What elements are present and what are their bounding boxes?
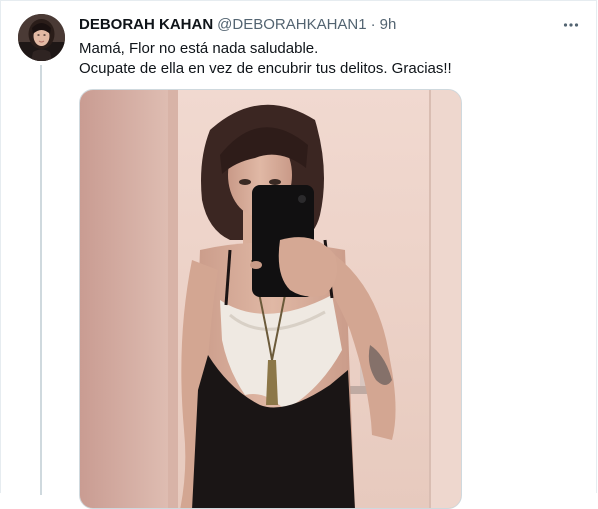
more-options-button[interactable] (558, 13, 584, 37)
tweet-text-line: Mamá, Flor no está nada saludable. (79, 40, 319, 57)
thread-connector-line (40, 65, 42, 495)
author-handle[interactable]: @DEBORAHKAHAN1 (217, 15, 366, 35)
tweet-card[interactable]: DEBORAH KAHAN @DEBORAHKAHAN1 · 9h Mamá, … (0, 0, 597, 509)
tweet-text: Mamá, Flor no está nada saludable. Ocupa… (79, 39, 579, 79)
more-horizontal-icon (563, 23, 579, 27)
photo-image (80, 90, 461, 508)
avatar-image (18, 14, 65, 61)
tweet-text-line: Ocupate de ella en vez de encubrir tus d… (79, 60, 452, 77)
tweet-header: DEBORAH KAHAN @DEBORAHKAHAN1 · 9h (79, 15, 546, 35)
avatar[interactable] (18, 14, 65, 61)
separator-dot: · (370, 16, 376, 33)
author-display-name[interactable]: DEBORAH KAHAN (79, 15, 213, 35)
tweet-photo[interactable] (79, 89, 462, 509)
tweet-timestamp[interactable]: 9h (380, 15, 397, 35)
